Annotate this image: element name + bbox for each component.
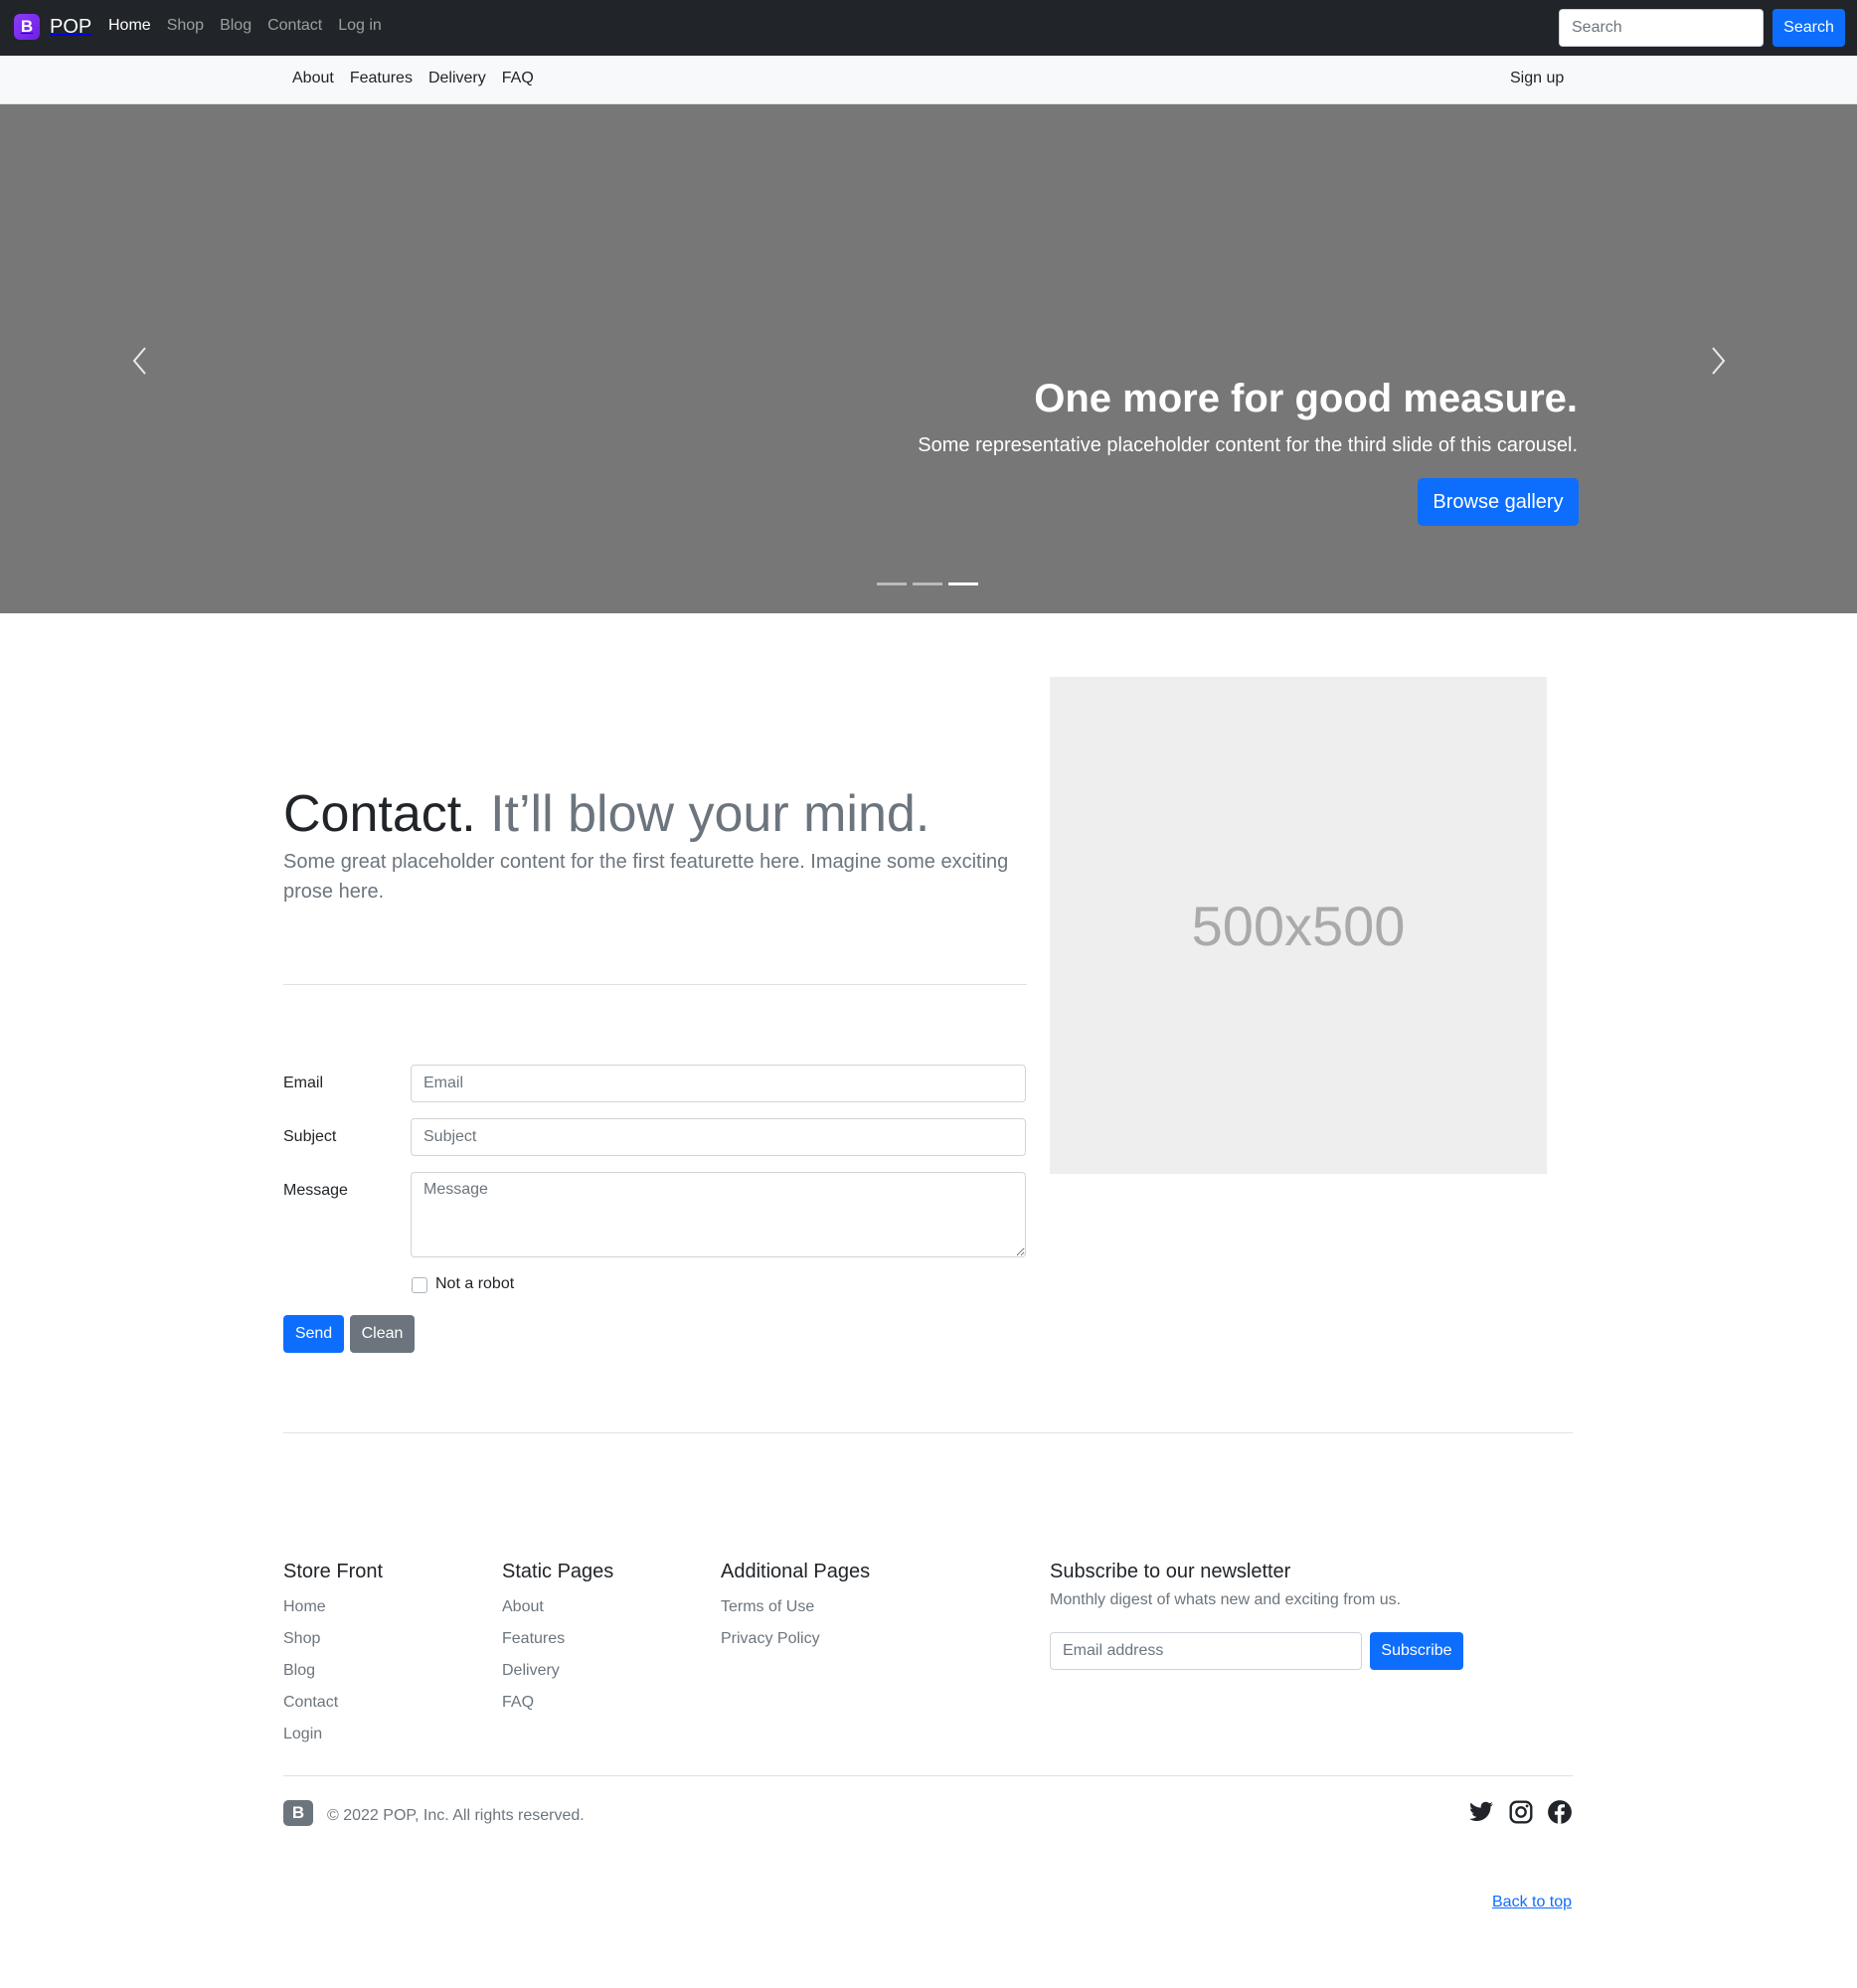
newsletter-title: Subscribe to our newsletter: [1050, 1561, 1291, 1582]
carousel-indicator-1[interactable]: [877, 582, 907, 585]
footer-column-additional-pages: Additional Pages Terms of Use Privacy Po…: [721, 1561, 870, 1655]
footer-column-title: Static Pages: [502, 1561, 614, 1582]
footer-link-blog[interactable]: Blog: [283, 1655, 383, 1687]
email-field[interactable]: [411, 1065, 1026, 1102]
instagram-link[interactable]: [1508, 1799, 1534, 1825]
placeholder-image: 500x500: [1050, 677, 1547, 1174]
carousel-indicator-3[interactable]: [948, 582, 978, 585]
carousel-next-button[interactable]: [1698, 341, 1738, 381]
nav-home[interactable]: Home: [108, 17, 151, 35]
footer-link-features[interactable]: Features: [502, 1623, 613, 1655]
message-field[interactable]: [411, 1172, 1026, 1257]
bootstrap-logo-icon: B: [14, 14, 40, 40]
copyright-text: © 2022 POP, Inc. All rights reserved.: [327, 1807, 585, 1824]
not-robot-label[interactable]: Not a robot: [435, 1275, 514, 1293]
nav-login[interactable]: Log in: [338, 17, 382, 35]
carousel-indicators: [877, 582, 984, 585]
secondary-nav-links: About Features Delivery FAQ: [292, 70, 550, 87]
featurette-lead: Some great placeholder content for the f…: [283, 851, 1009, 903]
newsletter-section: Subscribe to our newsletter Monthly dige…: [1050, 1561, 1401, 1609]
carousel-caption: One more for good measure. Some represen…: [918, 375, 1578, 457]
search-input[interactable]: [1559, 9, 1764, 47]
footer-link-home[interactable]: Home: [283, 1591, 383, 1623]
footer-link-delivery[interactable]: Delivery: [502, 1655, 613, 1687]
carousel-indicator-2[interactable]: [913, 582, 942, 585]
subject-label: Subject: [283, 1128, 337, 1145]
carousel-text: Some representative placeholder content …: [918, 434, 1578, 456]
facebook-link[interactable]: [1547, 1799, 1573, 1825]
footer-link-privacy[interactable]: Privacy Policy: [721, 1623, 870, 1655]
footer-column-title: Store Front: [283, 1561, 384, 1582]
nav-blog[interactable]: Blog: [220, 17, 252, 35]
nav-shop[interactable]: Shop: [167, 17, 204, 35]
twitter-icon: [1469, 1801, 1493, 1821]
hero-carousel: One more for good measure. Some represen…: [0, 104, 1857, 613]
main-nav: Home Shop Blog Contact Log in: [108, 17, 398, 35]
subject-field[interactable]: [411, 1118, 1026, 1156]
featurette-heading-main: Contact.: [283, 785, 476, 843]
featurette-heading-muted: It’ll blow your mind.: [490, 785, 930, 843]
footer-link-login[interactable]: Login: [283, 1719, 383, 1750]
divider: [283, 1775, 1573, 1776]
clean-button[interactable]: Clean: [350, 1315, 415, 1353]
chevron-right-icon: [1712, 347, 1726, 375]
footer-column-title: Additional Pages: [721, 1561, 871, 1582]
bootstrap-logo-icon[interactable]: B: [283, 1800, 313, 1826]
placeholder-image-label: 500x500: [1191, 894, 1406, 957]
carousel-title: One more for good measure.: [1034, 377, 1578, 420]
footer-link-shop[interactable]: Shop: [283, 1623, 383, 1655]
divider: [283, 984, 1027, 985]
not-robot-checkbox[interactable]: [412, 1277, 427, 1293]
footer-link-about[interactable]: About: [502, 1591, 613, 1623]
footer-link-contact[interactable]: Contact: [283, 1687, 383, 1719]
browse-gallery-button[interactable]: Browse gallery: [1418, 478, 1579, 526]
send-button[interactable]: Send: [283, 1315, 344, 1353]
chevron-left-icon: [132, 347, 146, 375]
newsletter-text: Monthly digest of whats new and exciting…: [1050, 1591, 1402, 1608]
subnav-features[interactable]: Features: [350, 70, 413, 87]
nav-contact[interactable]: Contact: [267, 17, 322, 35]
brand-link[interactable]: B POP: [14, 14, 91, 40]
subnav-faq[interactable]: FAQ: [502, 70, 534, 87]
subnav-delivery[interactable]: Delivery: [428, 70, 486, 87]
carousel-prev-button[interactable]: [120, 341, 160, 381]
newsletter-email-input[interactable]: [1050, 1632, 1362, 1670]
facebook-icon: [1548, 1800, 1572, 1824]
instagram-icon: [1509, 1800, 1533, 1824]
footer-link-faq[interactable]: FAQ: [502, 1687, 613, 1719]
message-label: Message: [283, 1182, 348, 1199]
search-button[interactable]: Search: [1773, 9, 1845, 47]
footer-column-static-pages: Static Pages About Features Delivery FAQ: [502, 1561, 613, 1719]
footer-link-terms[interactable]: Terms of Use: [721, 1591, 870, 1623]
email-label: Email: [283, 1075, 324, 1091]
footer-column-store-front: Store Front Home Shop Blog Contact Login: [283, 1561, 383, 1750]
subscribe-button[interactable]: Subscribe: [1370, 1632, 1463, 1670]
brand-name: POP: [50, 15, 92, 38]
divider: [283, 1432, 1573, 1433]
signup-link[interactable]: Sign up: [1510, 70, 1564, 87]
secondary-navbar: About Features Delivery FAQ Sign up: [0, 56, 1857, 104]
featurette-heading: Contact. It’ll blow your mind.: [283, 785, 929, 845]
subnav-about[interactable]: About: [292, 70, 334, 87]
top-navbar: B POP Home Shop Blog Contact Log in Sear…: [0, 0, 1857, 56]
twitter-link[interactable]: [1468, 1799, 1494, 1825]
back-to-top-link[interactable]: Back to top: [1492, 1894, 1572, 1911]
